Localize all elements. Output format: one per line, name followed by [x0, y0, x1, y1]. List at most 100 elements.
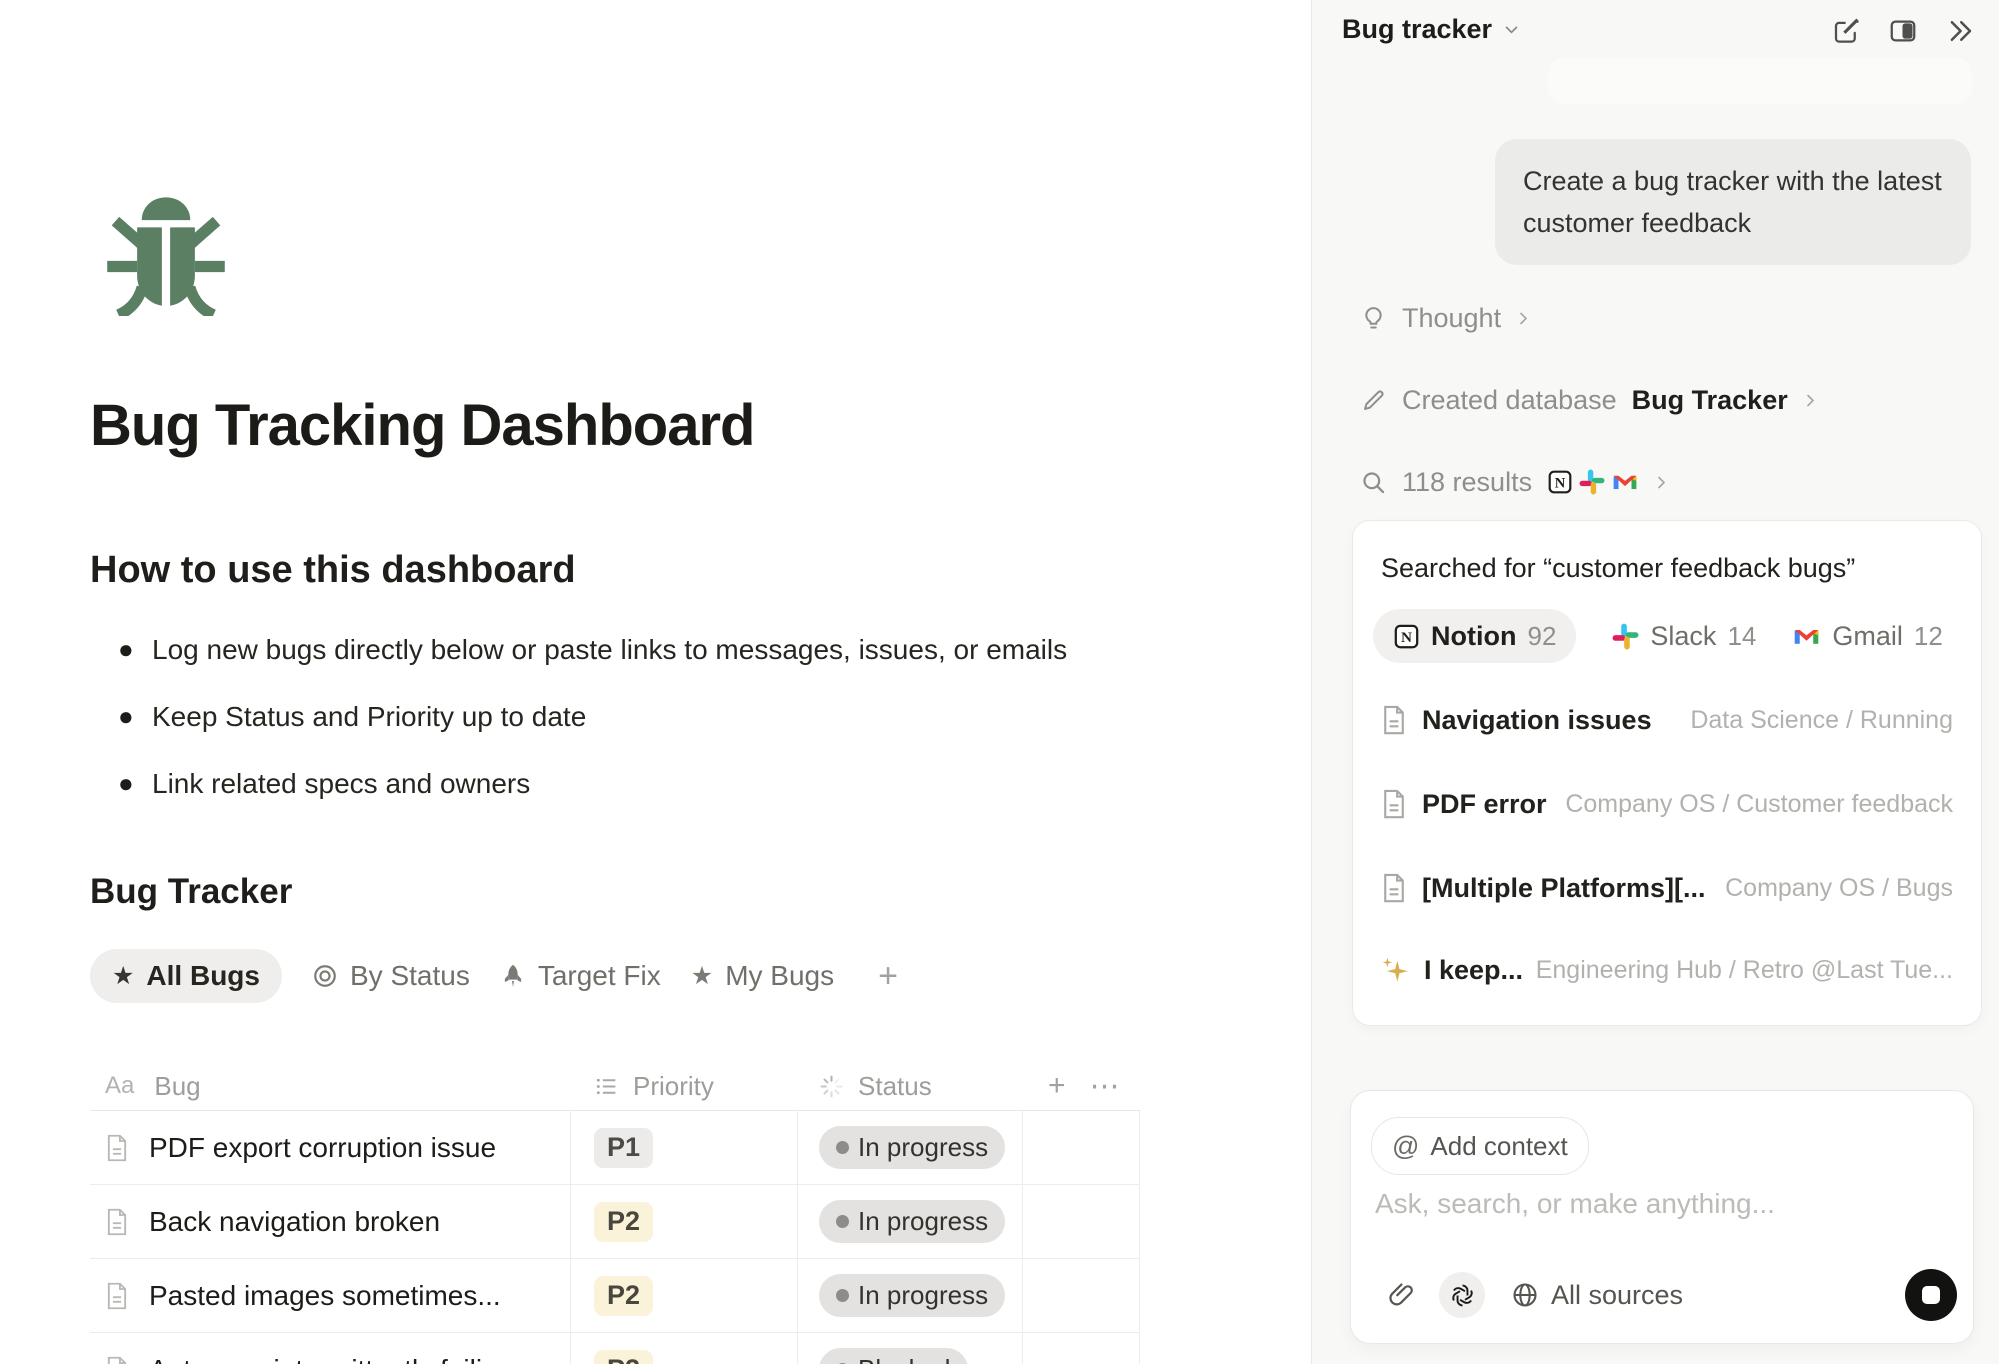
search-result-row[interactable]: I keep... Engineering Hub / Retro @Last …: [1381, 949, 1953, 991]
bug-title: PDF export corruption issue: [149, 1132, 496, 1164]
page-icon: [105, 1208, 129, 1236]
model-picker-button[interactable]: [1439, 1272, 1485, 1318]
list-icon: [594, 1074, 619, 1099]
all-sources-button[interactable]: All sources: [1511, 1280, 1683, 1311]
bug-title: Autosave intermittently failing: [149, 1354, 513, 1364]
svg-text:N: N: [1401, 629, 1412, 646]
priority-badge[interactable]: P2: [594, 1350, 653, 1364]
table-options-button[interactable]: ⋯: [1090, 1069, 1122, 1104]
status-badge[interactable]: In progress: [819, 1200, 1005, 1243]
notion-logo-icon: N: [1393, 623, 1420, 650]
bullet-icon: ●: [90, 701, 152, 732]
status-dot-icon: [836, 1289, 849, 1302]
source-tab-gmail[interactable]: Gmail 12: [1792, 621, 1942, 652]
search-card-title: Searched for “customer feedback bugs”: [1381, 553, 1855, 584]
priority-badge[interactable]: P2: [594, 1202, 653, 1242]
at-icon: @: [1392, 1131, 1419, 1162]
view-tab-my-bugs[interactable]: ★ My Bugs: [691, 960, 834, 992]
star-icon: ★: [691, 964, 713, 989]
sparkles-icon: [1381, 956, 1409, 984]
search-result-row[interactable]: PDF error Company OS / Customer feedback: [1381, 783, 1953, 825]
status-badge[interactable]: In progress: [819, 1126, 1005, 1169]
star-icon: ★: [112, 964, 134, 989]
chevron-down-icon: [1503, 21, 1520, 38]
bullet-icon: ●: [90, 634, 152, 665]
user-message-bubble: Create a bug tracker with the latest cus…: [1495, 139, 1971, 265]
pencil-icon: [1360, 387, 1387, 414]
search-results-card: Searched for “customer feedback bugs” N …: [1352, 520, 1982, 1026]
chevron-right-icon: [1654, 475, 1669, 490]
double-chevron-right-icon[interactable]: [1945, 16, 1975, 46]
bullet-text: Keep Status and Priority up to date: [152, 701, 586, 733]
view-tab-all-bugs[interactable]: ★ All Bugs: [90, 949, 282, 1003]
database-heading: Bug Tracker: [90, 872, 292, 912]
add-context-button[interactable]: @ Add context: [1371, 1117, 1589, 1175]
status-badge[interactable]: In progress: [819, 1274, 1005, 1317]
column-header-priority[interactable]: Priority: [571, 1071, 798, 1102]
list-item: ● Keep Status and Priority up to date: [90, 683, 1190, 750]
list-item: ● Log new bugs directly below or paste l…: [90, 616, 1190, 683]
document-page: Bug Tracking Dashboard How to use this d…: [0, 0, 1311, 1364]
column-label: Bug: [154, 1071, 200, 1102]
page-title: Bug Tracking Dashboard: [90, 392, 754, 459]
openai-logo-icon: [1449, 1282, 1476, 1309]
column-label: Priority: [633, 1071, 714, 1102]
bug-icon: [100, 184, 232, 316]
source-tab-slack[interactable]: Slack 14: [1612, 621, 1756, 652]
target-icon: [312, 963, 338, 989]
thought-step[interactable]: Thought: [1360, 301, 1531, 335]
view-tab-label: By Status: [350, 960, 470, 992]
search-result-row[interactable]: Navigation issues Data Science / Running: [1381, 699, 1953, 741]
gmail-logo-icon: [1792, 623, 1821, 650]
bug-title: Back navigation broken: [149, 1206, 440, 1238]
source-tab-notion[interactable]: N Notion 92: [1373, 609, 1576, 663]
chat-input[interactable]: [1373, 1187, 1937, 1221]
notion-window: Bug Tracking Dashboard How to use this d…: [0, 0, 1999, 1364]
bullet-icon: ●: [90, 768, 152, 799]
created-database-step[interactable]: Created database Bug Tracker: [1360, 383, 1818, 417]
table-row[interactable]: Autosave intermittently failing P2 Block…: [90, 1333, 1140, 1364]
page-icon: [105, 1282, 129, 1310]
view-tab-label: All Bugs: [146, 960, 260, 992]
column-header-bug[interactable]: Aa Bug: [90, 1071, 571, 1102]
assistant-header[interactable]: Bug tracker: [1342, 14, 1520, 45]
compose-icon[interactable]: [1831, 16, 1861, 46]
database-view-tabs: ★ All Bugs By Status: [90, 948, 898, 1004]
table-row[interactable]: Back navigation broken P2 In progress: [90, 1185, 1140, 1259]
stop-button[interactable]: [1905, 1269, 1957, 1321]
search-results-step[interactable]: 118 results N: [1360, 465, 1669, 499]
page-icon: [1381, 873, 1407, 903]
view-tab-by-status[interactable]: By Status: [312, 960, 470, 992]
add-column-button[interactable]: +: [1048, 1069, 1066, 1103]
bug-title: Pasted images sometimes...: [149, 1280, 501, 1312]
priority-badge[interactable]: P1: [594, 1128, 653, 1168]
status-dot-icon: [836, 1141, 849, 1154]
table-header-row: Aa Bug Priority: [90, 1062, 1140, 1111]
table-row[interactable]: PDF export corruption issue P1 In progre…: [90, 1111, 1140, 1185]
search-result-row[interactable]: [Multiple Platforms][... Company OS / Bu…: [1381, 867, 1953, 909]
search-icon: [1360, 469, 1387, 496]
how-to-list: ● Log new bugs directly below or paste l…: [90, 616, 1190, 817]
status-dot-icon: [836, 1215, 849, 1228]
table-row[interactable]: Pasted images sometimes... P2 In progres…: [90, 1259, 1140, 1333]
faded-previous-message: [1548, 58, 1972, 104]
page-icon: [1381, 789, 1407, 819]
text-icon: Aa: [105, 1072, 134, 1100]
view-tab-target-fix[interactable]: Target Fix: [500, 960, 661, 992]
panel-toggle-icon[interactable]: [1888, 16, 1918, 46]
status-badge[interactable]: Blocked: [819, 1348, 968, 1364]
add-view-button[interactable]: +: [864, 957, 898, 996]
svg-text:N: N: [1555, 475, 1566, 491]
attachment-icon[interactable]: [1387, 1281, 1415, 1309]
assistant-title: Bug tracker: [1342, 14, 1492, 45]
chat-composer[interactable]: @ Add context: [1350, 1090, 1974, 1344]
priority-badge[interactable]: P2: [594, 1276, 653, 1316]
notion-logo-icon: N: [1547, 469, 1573, 495]
stop-icon: [1922, 1286, 1940, 1304]
how-to-heading: How to use this dashboard: [90, 549, 576, 592]
page-icon: [105, 1356, 129, 1364]
column-header-status[interactable]: Status: [798, 1071, 1023, 1102]
gmail-logo-icon: [1611, 469, 1639, 495]
bug-table: Aa Bug Priority: [90, 1062, 1140, 1364]
view-tab-label: My Bugs: [725, 960, 834, 992]
